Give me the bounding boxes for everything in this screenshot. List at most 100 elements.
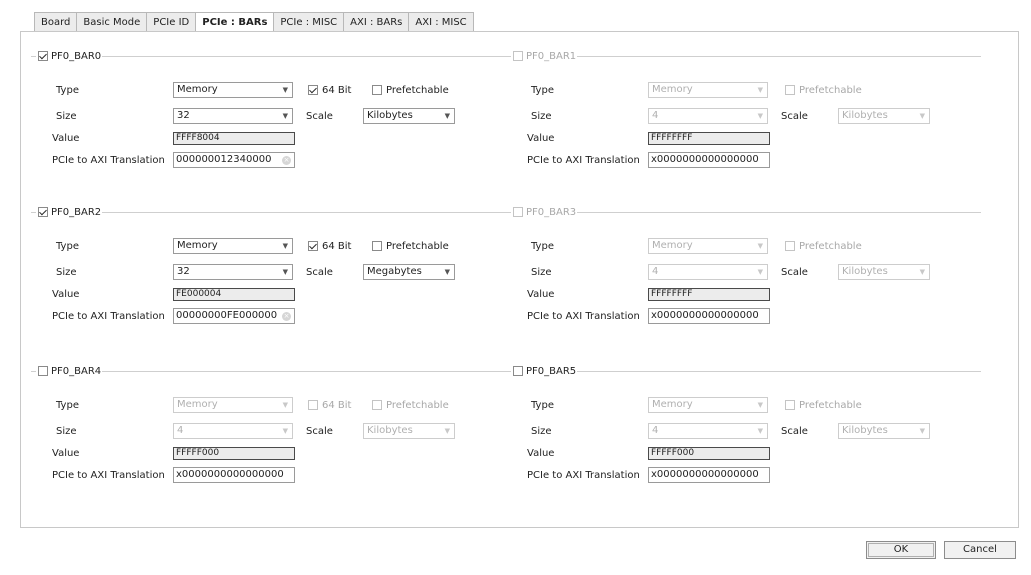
tab-pcie-bars[interactable]: PCIe : BARs [196,12,275,32]
bar-enable-checkbox[interactable]: PF0_BAR4 [38,364,101,378]
group-rule-lead [31,212,36,213]
chevron-down-icon: ▼ [757,401,763,409]
clear-icon[interactable]: × [282,312,291,321]
translation-input[interactable]: x0000000000000000 [648,308,770,324]
prefetchable-checkbox[interactable]: Prefetchable [785,239,862,253]
translation-label: PCIe to AXI Translation [527,155,640,166]
chevron-down-icon: ▼ [282,268,288,276]
bar-enable-check-icon [513,207,523,217]
prefetchable-check-icon [785,400,795,410]
size-value: 4 [177,425,184,436]
type-select[interactable]: Memory ▼ [173,82,293,98]
value-label: Value [527,448,555,459]
translation-input[interactable]: 00000000FE000000 × [173,308,295,324]
prefetchable-check-icon [372,241,382,251]
prefetchable-checkbox[interactable]: Prefetchable [372,398,449,412]
scale-select[interactable]: Kilobytes ▼ [838,108,930,124]
size-select[interactable]: 4 ▼ [648,264,768,280]
bar-value-field: FFFF8004 [173,132,295,145]
bar-enable-check-icon [513,51,523,61]
chevron-down-icon: ▼ [444,268,450,276]
type-label: Type [531,85,554,96]
bar-title: PF0_BAR4 [51,365,102,377]
value-label: Value [52,448,80,459]
tab-basic-mode[interactable]: Basic Mode [77,12,148,32]
scale-select[interactable]: Kilobytes ▼ [363,423,455,439]
type-label: Type [56,241,79,252]
prefetchable-checkbox[interactable]: Prefetchable [785,398,862,412]
size-label: Size [531,426,552,437]
type-label: Type [531,400,554,411]
prefetchable-checkbox[interactable]: Prefetchable [785,83,862,97]
type-select[interactable]: Memory ▼ [648,238,768,254]
scale-value: Kilobytes [842,110,888,121]
group-rule-lead [31,371,36,372]
scale-select[interactable]: Kilobytes ▼ [838,423,930,439]
bar-enable-checkbox[interactable]: PF0_BAR5 [513,364,576,378]
scale-select[interactable]: Kilobytes ▼ [363,108,455,124]
size-select[interactable]: 4 ▼ [173,423,293,439]
type-value: Memory [177,240,218,251]
size-select[interactable]: 4 ▼ [648,423,768,439]
size-select[interactable]: 32 ▼ [173,108,293,124]
tab-board[interactable]: Board [34,12,78,32]
value-label: Value [52,133,80,144]
ok-button[interactable]: OK [866,541,936,559]
group-rule-lead [506,56,511,57]
scale-value: Kilobytes [842,425,888,436]
scale-select[interactable]: Kilobytes ▼ [838,264,930,280]
scale-select[interactable]: Megabytes ▼ [363,264,455,280]
cancel-button[interactable]: Cancel [944,541,1016,559]
bit64-checkbox[interactable]: 64 Bit [308,239,351,253]
tab-pcie-misc[interactable]: PCIe : MISC [274,12,345,32]
bit64-checkbox[interactable]: 64 Bit [308,83,351,97]
translation-value: x0000000000000000 [651,310,759,321]
scale-label: Scale [306,426,333,437]
prefetchable-check-icon [785,85,795,95]
type-value: Memory [652,399,693,410]
scale-value: Kilobytes [842,266,888,277]
type-label: Type [56,85,79,96]
bar-title: PF0_BAR5 [526,365,577,377]
clear-icon[interactable]: × [282,156,291,165]
prefetchable-check-icon [372,85,382,95]
translation-input[interactable]: 000000012340000 × [173,152,295,168]
group-rule-lead [506,212,511,213]
bit64-check-icon [308,241,318,251]
translation-input[interactable]: x0000000000000000 [648,152,770,168]
bar-value-field: FFFFFFFF [648,288,770,301]
bar-enable-checkbox[interactable]: PF0_BAR2 [38,205,101,219]
translation-input[interactable]: x0000000000000000 [173,467,295,483]
group-rule [102,56,506,57]
tab-axi-bars[interactable]: AXI : BARs [344,12,410,32]
size-value: 4 [652,425,659,436]
translation-value: 00000000FE000000 [176,310,278,321]
bar-group-3: PF0_BAR3 Type Memory ▼ Prefetchable Size… [506,205,981,345]
prefetchable-checkbox[interactable]: Prefetchable [372,239,449,253]
tab-axi-misc[interactable]: AXI : MISC [409,12,474,32]
translation-value: x0000000000000000 [651,154,759,165]
type-select[interactable]: Memory ▼ [173,238,293,254]
bar-enable-checkbox[interactable]: PF0_BAR3 [513,205,576,219]
bit64-checkbox[interactable]: 64 Bit [308,398,351,412]
scale-value: Megabytes [367,266,422,277]
chevron-down-icon: ▼ [282,427,288,435]
prefetchable-checkbox[interactable]: Prefetchable [372,83,449,97]
type-select[interactable]: Memory ▼ [648,82,768,98]
translation-label: PCIe to AXI Translation [527,311,640,322]
bit64-label: 64 Bit [322,84,352,96]
type-select[interactable]: Memory ▼ [173,397,293,413]
bar-enable-checkbox[interactable]: PF0_BAR0 [38,49,101,63]
translation-input[interactable]: x0000000000000000 [648,467,770,483]
type-value: Memory [652,240,693,251]
bar-enable-checkbox[interactable]: PF0_BAR1 [513,49,576,63]
size-select[interactable]: 32 ▼ [173,264,293,280]
prefetchable-check-icon [372,400,382,410]
tab-pcie-id[interactable]: PCIe ID [147,12,197,32]
type-select[interactable]: Memory ▼ [648,397,768,413]
size-select[interactable]: 4 ▼ [648,108,768,124]
chevron-down-icon: ▼ [919,427,925,435]
scale-label: Scale [781,111,808,122]
size-label: Size [531,111,552,122]
scale-label: Scale [781,267,808,278]
